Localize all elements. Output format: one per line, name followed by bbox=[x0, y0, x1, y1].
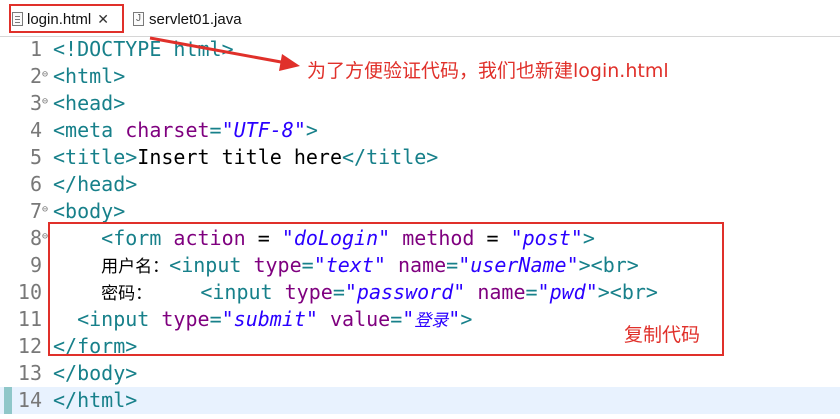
token-tag: </head> bbox=[53, 172, 138, 196]
token-tag: </body> bbox=[53, 361, 138, 385]
fold-toggle-icon[interactable]: ⊖ bbox=[42, 205, 48, 215]
line-number: 1 bbox=[29, 37, 42, 61]
line-number: 2 bbox=[29, 64, 42, 88]
token-tag: = bbox=[209, 118, 222, 142]
change-marker bbox=[4, 387, 12, 414]
token-tag: <!DOCTYPE html> bbox=[53, 37, 234, 61]
token-tag: <title> bbox=[53, 145, 138, 169]
token-tag: <html> bbox=[53, 64, 126, 88]
token-tag: <body> bbox=[53, 199, 126, 223]
code-text: </html> bbox=[53, 387, 137, 414]
code-text: <!DOCTYPE html> bbox=[53, 36, 234, 63]
fold-toggle-icon[interactable]: ⊖ bbox=[42, 97, 48, 107]
token-tag: </title> bbox=[342, 145, 439, 169]
line-number: 13 bbox=[17, 361, 42, 385]
code-line-6[interactable]: 6 </head> bbox=[0, 171, 840, 198]
line-number: 9 bbox=[29, 253, 42, 277]
fold-toggle-icon[interactable]: ⊖ bbox=[42, 70, 48, 80]
code-line-3[interactable]: 3 ⊖ <head> bbox=[0, 90, 840, 117]
code-text: <head> bbox=[53, 90, 125, 117]
line-number: 6 bbox=[29, 172, 42, 196]
code-text: <body> bbox=[53, 198, 125, 225]
line-number: 14 bbox=[17, 388, 42, 412]
line-number: 5 bbox=[29, 145, 42, 169]
line-number: 8 bbox=[29, 226, 42, 250]
code-line-13[interactable]: 13 </body> bbox=[0, 360, 840, 387]
code-line-14[interactable]: 14 </html> bbox=[0, 387, 840, 414]
code-text: <html> bbox=[53, 63, 125, 90]
code-text: <title>Insert title here</title> bbox=[53, 144, 438, 171]
annotation-note-copy-code: 复制代码 bbox=[624, 324, 701, 346]
line-number: 3 bbox=[29, 91, 42, 115]
token-txt: Insert title here bbox=[137, 145, 342, 169]
line-number: 10 bbox=[17, 280, 42, 304]
code-text: </head> bbox=[53, 171, 137, 198]
java-file-icon: J bbox=[133, 12, 144, 26]
token-tag: > bbox=[305, 118, 318, 142]
code-text: </body> bbox=[53, 360, 137, 387]
code-text: <meta charset="UTF-8"> bbox=[53, 117, 318, 144]
line-number: 12 bbox=[17, 334, 42, 358]
code-line-7[interactable]: 7 ⊖ <body> bbox=[0, 198, 840, 225]
token-attr: charset bbox=[125, 118, 210, 142]
code-line-4[interactable]: 4 <meta charset="UTF-8"> bbox=[0, 117, 840, 144]
editor-tab-bar: login.html ✕ J servlet01.java bbox=[0, 0, 840, 37]
tab-servlet01-java[interactable]: J servlet01.java bbox=[133, 6, 242, 32]
token-str: "UTF-8" bbox=[221, 118, 306, 142]
token-tag: <head> bbox=[53, 91, 126, 115]
form-highlight-box bbox=[48, 222, 724, 356]
annotation-note-new-file: 为了方便验证代码，我们也新建login.html bbox=[307, 60, 669, 82]
token-tag: <meta bbox=[53, 118, 126, 142]
line-number: 4 bbox=[29, 118, 42, 142]
tab-highlight-box bbox=[9, 4, 124, 33]
line-number: 11 bbox=[17, 307, 42, 331]
token-tag: </html> bbox=[53, 388, 138, 412]
line-number: 7 bbox=[29, 199, 42, 223]
tab-label: servlet01.java bbox=[149, 10, 242, 28]
code-line-5[interactable]: 5 <title>Insert title here</title> bbox=[0, 144, 840, 171]
